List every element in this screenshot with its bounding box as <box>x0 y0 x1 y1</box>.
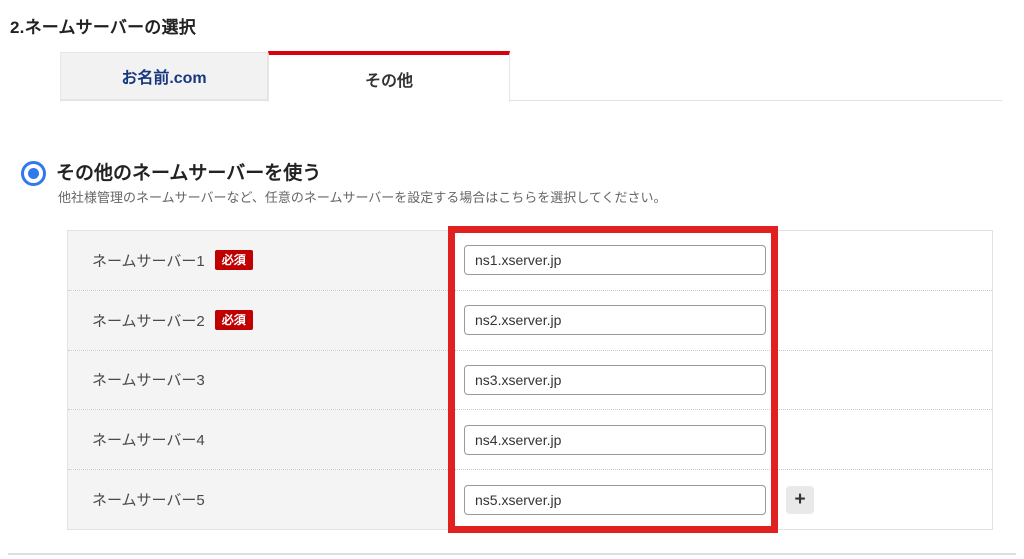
tab-onamae-com[interactable]: お名前.com <box>60 52 268 100</box>
required-badge: 必須 <box>214 310 253 331</box>
radio-selected-dot-icon <box>28 168 39 179</box>
nameserver-1-input-cell <box>454 231 992 290</box>
table-row-nameserver-3: ネームサーバー3 <box>68 349 992 410</box>
section-title: 2.ネームサーバーの選択 <box>10 18 196 37</box>
bottom-divider <box>8 553 1016 555</box>
nameserver-table: ネームサーバー1 必須 ネームサーバー2 必須 ネームサーバー3 <box>67 230 993 530</box>
nameserver-selection-screen: 2.ネームサーバーの選択 お名前.com その他 その他のネームサーバーを使う … <box>0 0 1024 559</box>
radio-option-description: 他社様管理のネームサーバーなど、任意のネームサーバーを設定する場合はこちらを選択… <box>58 190 667 205</box>
table-row-nameserver-4: ネームサーバー4 <box>68 409 992 470</box>
radio-option-heading[interactable]: その他のネームサーバーを使う <box>56 158 321 185</box>
nameserver-4-label: ネームサーバー4 <box>92 432 205 450</box>
required-badge: 必須 <box>214 250 253 271</box>
tab-other[interactable]: その他 <box>268 51 510 102</box>
nameserver-5-input[interactable] <box>464 484 766 515</box>
nameserver-4-label-cell: ネームサーバー4 <box>68 410 454 470</box>
table-row-nameserver-5: ネームサーバー5 + <box>68 469 992 529</box>
plus-icon: + <box>794 489 806 511</box>
nameserver-1-label-cell: ネームサーバー1 必須 <box>68 231 454 290</box>
nameserver-4-input[interactable] <box>464 424 766 455</box>
nameserver-2-label-cell: ネームサーバー2 必須 <box>68 290 454 350</box>
tab-other-label: その他 <box>364 72 413 90</box>
nameserver-1-label: ネームサーバー1 <box>92 252 205 270</box>
table-row-nameserver-2: ネームサーバー2 必須 <box>68 289 992 350</box>
nameserver-3-input[interactable] <box>464 364 766 395</box>
nameserver-5-input-cell: + <box>454 470 992 529</box>
nameserver-3-label: ネームサーバー3 <box>92 372 205 390</box>
nameserver-1-input[interactable] <box>464 245 766 276</box>
nameserver-4-input-cell <box>454 410 992 470</box>
tabbar-bottom-line <box>60 100 1002 101</box>
tab-onamae-com-label: お名前.com <box>121 70 207 87</box>
nameserver-3-input-cell <box>454 350 992 410</box>
nameserver-3-label-cell: ネームサーバー3 <box>68 350 454 410</box>
add-nameserver-button[interactable]: + <box>786 485 814 514</box>
nameserver-2-input-cell <box>454 290 992 350</box>
nameserver-5-label: ネームサーバー5 <box>92 492 205 510</box>
nameserver-5-label-cell: ネームサーバー5 <box>68 470 454 529</box>
other-nameserver-radio[interactable] <box>21 161 46 186</box>
nameserver-2-input[interactable] <box>464 305 766 336</box>
nameserver-2-label: ネームサーバー2 <box>92 312 205 330</box>
table-row-nameserver-1: ネームサーバー1 必須 <box>68 231 992 290</box>
